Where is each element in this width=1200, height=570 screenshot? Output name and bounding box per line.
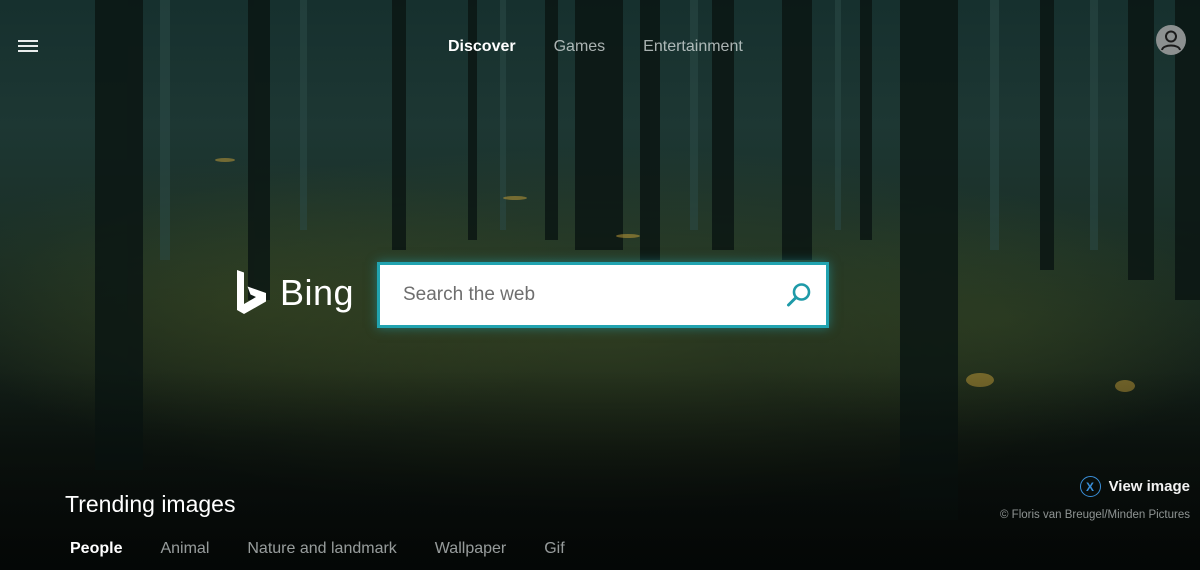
user-avatar-icon[interactable] bbox=[1156, 25, 1186, 55]
search-icon[interactable] bbox=[784, 280, 814, 310]
search-box bbox=[377, 262, 829, 328]
view-image-label: View image bbox=[1108, 478, 1190, 495]
search-input[interactable] bbox=[380, 265, 784, 325]
nav-item-discover[interactable]: Discover bbox=[448, 38, 516, 56]
nav-item-entertainment[interactable]: Entertainment bbox=[643, 38, 743, 56]
tab-nature-and-landmark[interactable]: Nature and landmark bbox=[247, 540, 396, 558]
tab-people[interactable]: People bbox=[70, 540, 122, 558]
tab-gif[interactable]: Gif bbox=[544, 540, 564, 558]
tab-animal[interactable]: Animal bbox=[160, 540, 209, 558]
bing-logo: Bing bbox=[234, 268, 354, 318]
trending-images-heading: Trending images bbox=[65, 491, 236, 517]
hamburger-menu-icon[interactable] bbox=[18, 40, 38, 56]
x-button-icon: X bbox=[1079, 476, 1101, 497]
image-copyright: © Floris van Breugel/Minden Pictures bbox=[1000, 509, 1190, 521]
top-nav: Discover Games Entertainment bbox=[448, 38, 781, 56]
bing-logo-icon bbox=[237, 270, 266, 314]
view-image-button[interactable]: X View image bbox=[1079, 476, 1190, 497]
tab-wallpaper[interactable]: Wallpaper bbox=[435, 540, 506, 558]
bing-home-page: Discover Games Entertainment Bing Trendi… bbox=[0, 0, 1200, 570]
bing-logo-text: Bing bbox=[280, 272, 355, 313]
nav-item-games[interactable]: Games bbox=[554, 38, 606, 56]
trending-tabs: People Animal Nature and landmark Wallpa… bbox=[70, 540, 603, 558]
